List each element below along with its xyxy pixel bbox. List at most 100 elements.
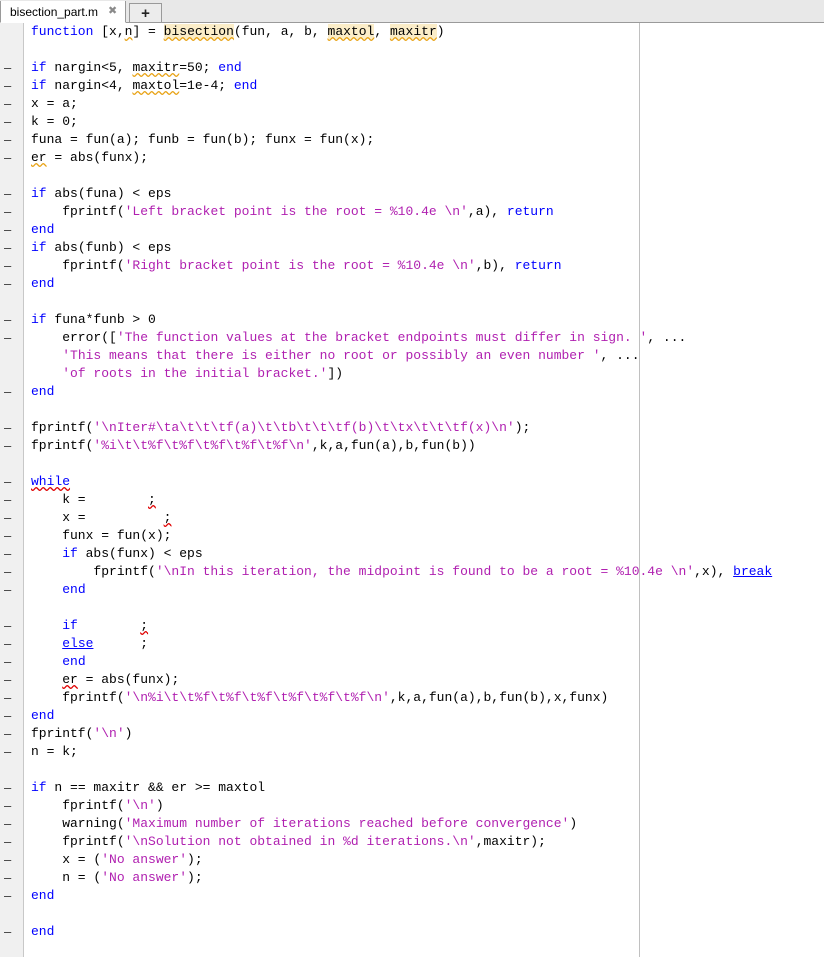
code-line[interactable]: – end — [0, 221, 824, 239]
code-line[interactable]: – fprintf('\nIter#\ta\t\t\tf(a)\t\tb\t\t\… — [0, 419, 824, 437]
code-line[interactable]: – if abs(funb) < eps — [0, 239, 824, 257]
fold-marker-icon[interactable]: – — [4, 923, 18, 941]
code-line[interactable]: – error(['The function values at the bra… — [0, 329, 824, 347]
fold-marker-icon[interactable]: – — [4, 635, 18, 653]
code-line-text: 'This means that there is either no root… — [62, 348, 640, 363]
fold-marker-icon[interactable]: – — [4, 815, 18, 833]
fold-marker-icon[interactable]: – — [4, 275, 18, 293]
code-line[interactable]: – if nargin<5, maxitr=50; end — [0, 59, 824, 77]
code-line[interactable]: – if funa*funb > 0 — [0, 311, 824, 329]
code-line[interactable]: – else ; — [0, 635, 824, 653]
code-line[interactable]: – fprintf('%i\t\t%f\t%f\t%f\t%f\t%f\n',k,… — [0, 437, 824, 455]
code-line[interactable] — [0, 905, 824, 923]
fold-marker-icon[interactable]: – — [4, 257, 18, 275]
code-line[interactable] — [0, 761, 824, 779]
fold-marker-icon[interactable]: – — [4, 833, 18, 851]
fold-marker-icon[interactable]: – — [4, 329, 18, 347]
fold-marker-icon[interactable]: – — [4, 689, 18, 707]
code-line[interactable] — [0, 41, 824, 59]
fold-marker-icon[interactable]: – — [4, 545, 18, 563]
code-line[interactable]: – funx = fun(x); — [0, 527, 824, 545]
fold-marker-icon[interactable]: – — [4, 239, 18, 257]
code-line[interactable]: – end — [0, 707, 824, 725]
code-line-text: if abs(funb) < eps — [31, 240, 172, 255]
code-line[interactable] — [0, 401, 824, 419]
fold-marker-icon[interactable]: – — [4, 437, 18, 455]
fold-marker-icon[interactable]: – — [4, 743, 18, 761]
fold-marker-icon[interactable]: – — [4, 149, 18, 167]
fold-marker-icon[interactable]: – — [4, 185, 18, 203]
fold-marker-icon[interactable]: – — [4, 779, 18, 797]
fold-marker-icon[interactable]: – — [4, 887, 18, 905]
fold-marker-icon[interactable]: – — [4, 95, 18, 113]
code-line[interactable]: – end — [0, 383, 824, 401]
fold-marker-icon[interactable]: – — [4, 77, 18, 95]
fold-marker-icon[interactable]: – — [4, 131, 18, 149]
code-editor[interactable]: function [x,n] = bisection(fun, a, b, ma… — [0, 23, 824, 957]
code-line[interactable]: – k = 0; — [0, 113, 824, 131]
code-line[interactable]: – end — [0, 653, 824, 671]
code-line[interactable]: – fprintf('\n') — [0, 725, 824, 743]
code-line[interactable] — [0, 167, 824, 185]
fold-marker-icon[interactable]: – — [4, 653, 18, 671]
code-line[interactable]: 'of roots in the initial bracket.']) — [0, 365, 824, 383]
code-line[interactable]: – x = ('No answer'); — [0, 851, 824, 869]
fold-marker-icon[interactable]: – — [4, 419, 18, 437]
code-line[interactable]: – if abs(funa) < eps — [0, 185, 824, 203]
code-line[interactable] — [0, 599, 824, 617]
code-line[interactable]: – k = ; — [0, 491, 824, 509]
tab-bisection-part-m[interactable]: bisection_part.m ✖ — [0, 1, 127, 23]
code-line[interactable]: – fprintf('\nSolution not obtained in %d… — [0, 833, 824, 851]
fold-marker-icon[interactable]: – — [4, 563, 18, 581]
code-line[interactable]: – er = abs(funx); — [0, 149, 824, 167]
code-line[interactable]: – fprintf('\nIn this iteration, the midp… — [0, 563, 824, 581]
fold-marker-icon[interactable]: – — [4, 869, 18, 887]
fold-marker-icon[interactable]: – — [4, 797, 18, 815]
code-line-text: end — [31, 888, 55, 903]
code-line[interactable]: function [x,n] = bisection(fun, a, b, ma… — [0, 23, 824, 41]
code-line[interactable]: – fprintf('Left bracket point is the roo… — [0, 203, 824, 221]
fold-marker-icon[interactable]: – — [4, 311, 18, 329]
code-line[interactable]: – end — [0, 275, 824, 293]
code-lines[interactable]: function [x,n] = bisection(fun, a, b, ma… — [0, 23, 824, 957]
fold-marker-icon[interactable]: – — [4, 671, 18, 689]
code-line[interactable]: – fprintf('\n%i\t\t%f\t%f\t%f\t%f\t%f\t%… — [0, 689, 824, 707]
fold-marker-icon[interactable]: – — [4, 617, 18, 635]
code-line[interactable]: – if nargin<4, maxtol=1e-4; end — [0, 77, 824, 95]
fold-marker-icon[interactable]: – — [4, 527, 18, 545]
code-line[interactable]: – warning('Maximum number of iterations … — [0, 815, 824, 833]
code-line[interactable]: – fprintf('Right bracket point is the ro… — [0, 257, 824, 275]
code-line[interactable] — [0, 293, 824, 311]
fold-marker-icon[interactable]: – — [4, 59, 18, 77]
code-line[interactable]: – fprintf('\n') — [0, 797, 824, 815]
code-line[interactable]: – end — [0, 581, 824, 599]
fold-marker-icon[interactable]: – — [4, 509, 18, 527]
fold-marker-icon[interactable]: – — [4, 113, 18, 131]
code-line[interactable]: – er = abs(funx); — [0, 671, 824, 689]
code-line[interactable]: – n = k; — [0, 743, 824, 761]
fold-marker-icon[interactable]: – — [4, 581, 18, 599]
code-line[interactable]: – end — [0, 887, 824, 905]
fold-marker-icon[interactable]: – — [4, 851, 18, 869]
code-line[interactable]: 'This means that there is either no root… — [0, 347, 824, 365]
fold-marker-icon[interactable]: – — [4, 491, 18, 509]
code-line[interactable]: – x = ; — [0, 509, 824, 527]
fold-marker-icon[interactable]: – — [4, 707, 18, 725]
code-line[interactable]: – if ; — [0, 617, 824, 635]
fold-marker-empty — [4, 41, 18, 59]
fold-marker-icon[interactable]: – — [4, 473, 18, 491]
plus-icon[interactable]: + — [129, 3, 163, 23]
fold-marker-icon[interactable]: – — [4, 383, 18, 401]
close-icon[interactable]: ✖ — [106, 5, 119, 18]
code-line[interactable]: – n = ('No answer'); — [0, 869, 824, 887]
code-line[interactable]: – while — [0, 473, 824, 491]
code-line[interactable]: – funa = fun(a); funb = fun(b); funx = fu… — [0, 131, 824, 149]
fold-marker-icon[interactable]: – — [4, 725, 18, 743]
fold-marker-icon[interactable]: – — [4, 221, 18, 239]
code-line[interactable]: – if n == maxitr && er >= maxtol — [0, 779, 824, 797]
code-line[interactable]: – if abs(funx) < eps — [0, 545, 824, 563]
code-line[interactable] — [0, 455, 824, 473]
code-line[interactable]: – end — [0, 923, 824, 941]
fold-marker-icon[interactable]: – — [4, 203, 18, 221]
code-line[interactable]: – x = a; — [0, 95, 824, 113]
